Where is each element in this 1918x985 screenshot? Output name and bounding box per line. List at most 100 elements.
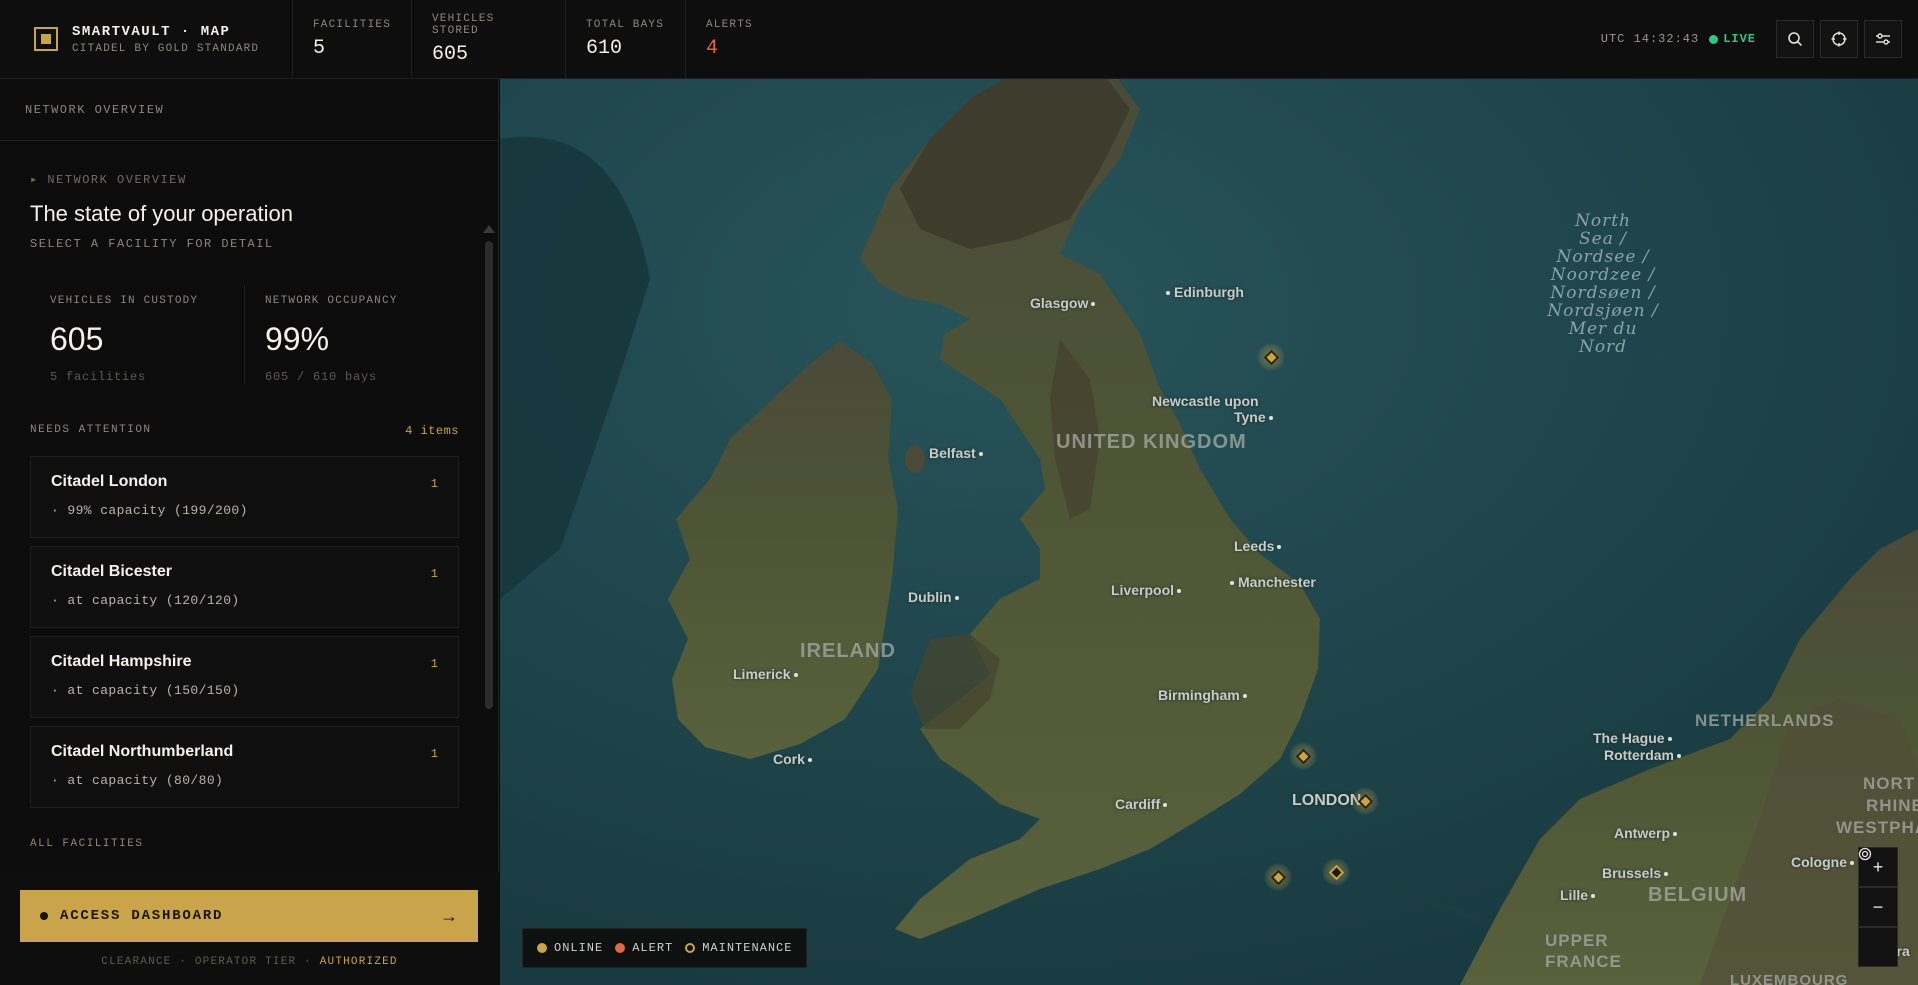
needs-attention-header: NEEDS ATTENTION 4 items	[30, 424, 459, 438]
attention-card-citadel-london[interactable]: Citadel London · 99% capacity (199/200) …	[30, 456, 459, 538]
legend-maintenance: MAINTENANCE	[685, 941, 792, 955]
top-bar: SMARTVAULT · MAP CITADEL BY GOLD STANDAR…	[0, 0, 1918, 79]
city-label-manchester: Manchester	[1230, 574, 1316, 590]
sidebar-scroll-area[interactable]: ▸ NETWORK OVERVIEW The state of your ope…	[0, 142, 499, 872]
zoom-out-button[interactable]: −	[1858, 887, 1898, 927]
marker-diamond-icon	[1328, 864, 1344, 880]
city-label-glasgow: Glasgow	[1030, 295, 1095, 311]
sidebar-footer: ACCESS DASHBOARD → CLEARANCE · OPERATOR …	[0, 872, 499, 985]
stat-vehicles-stored: VEHICLES STORED 605	[412, 0, 566, 78]
facility-detail: · at capacity (150/150)	[51, 683, 240, 698]
city-label-cork: Cork	[773, 751, 812, 767]
city-label-dublin: Dublin	[908, 589, 959, 605]
country-label-ireland: IRELAND	[800, 640, 896, 662]
city-label-leeds: Leeds	[1234, 538, 1281, 554]
country-label-belgium: BELGIUM	[1648, 884, 1748, 906]
country-label-nrw-2: RHINE	[1866, 796, 1918, 815]
brand-subtitle: CITADEL BY GOLD STANDARD	[72, 42, 260, 55]
city-label-limerick: Limerick	[733, 666, 798, 682]
kpi-subtext: 5 facilities	[50, 370, 147, 384]
kpi-vehicles-in-custody: VEHICLES IN CUSTODY 605 5 facilities	[30, 285, 245, 384]
city-label-newcastle-2: Tyne	[1234, 409, 1273, 425]
sea-label-north-sea: North Sea / Nordsee / Noordzee / Nordsøe…	[1518, 212, 1688, 356]
sea-label-line: North	[1574, 211, 1632, 231]
country-label-nrw-3: WESTPHA	[1836, 818, 1918, 837]
attention-card-citadel-northumberland[interactable]: Citadel Northumberland · at capacity (80…	[30, 726, 459, 808]
satellite-map[interactable]: North Sea / Nordsee / Noordzee / Nordsøe…	[500, 79, 1918, 985]
zoom-controls: + −	[1858, 847, 1898, 967]
sidebar: NETWORK OVERVIEW ▸ NETWORK OVERVIEW The …	[0, 79, 499, 985]
city-label-antwerp: Antwerp	[1614, 825, 1677, 841]
marker-diamond-icon	[1263, 349, 1279, 365]
attention-card-citadel-bicester[interactable]: Citadel Bicester · at capacity (120/120)…	[30, 546, 459, 628]
stat-value: 605	[432, 42, 469, 66]
country-label-nrw-1: NORT	[1863, 774, 1916, 793]
legend-label: ALERT	[632, 941, 674, 955]
sea-label-line: Nordsjøen /	[1547, 301, 1659, 321]
search-icon	[1788, 32, 1803, 47]
facility-name: Citadel Hampshire	[51, 653, 192, 670]
page-subtitle: SELECT A FACILITY FOR DETAIL	[30, 237, 274, 251]
clearance-status: CLEARANCE · OPERATOR TIER · AUTHORIZED	[0, 956, 499, 968]
facility-marker-maintenance[interactable]	[1322, 858, 1350, 886]
stat-total-bays: TOTAL BAYS 610	[566, 0, 686, 78]
city-label-brussels: Brussels	[1602, 865, 1668, 881]
map-legend: ONLINE ALERT MAINTENANCE	[522, 928, 808, 968]
section-eyebrow: ▸ NETWORK OVERVIEW	[30, 173, 187, 187]
filters-button[interactable]	[1864, 20, 1902, 58]
stat-label: FACILITIES	[313, 18, 392, 31]
locate-button[interactable]	[1820, 20, 1858, 58]
stat-label: ALERTS	[706, 18, 753, 31]
live-label: LIVE	[1723, 32, 1756, 46]
kpi-network-occupancy: NETWORK OCCUPANCY 99% 605 / 610 bays	[245, 285, 459, 384]
alert-dot-icon	[615, 943, 626, 953]
utc-clock: UTC 14:32:43	[1600, 32, 1700, 46]
legend-label: ONLINE	[554, 941, 604, 955]
facility-marker-hampshire[interactable]	[1264, 863, 1292, 891]
search-button[interactable]	[1776, 20, 1814, 58]
stat-facilities: FACILITIES 5	[293, 0, 412, 78]
stat-label: VEHICLES STORED	[432, 12, 495, 37]
recenter-button[interactable]	[1858, 847, 1898, 967]
city-label-cardiff: Cardiff	[1115, 796, 1167, 812]
city-label-the-hague: The Hague	[1593, 730, 1672, 746]
all-facilities-label: ALL FACILITIES	[30, 838, 144, 850]
sliders-icon	[1876, 33, 1890, 45]
map-basemap	[500, 79, 1918, 985]
city-label-belfast: Belfast	[929, 445, 983, 461]
facility-marker-bicester[interactable]	[1289, 742, 1317, 770]
attention-card-citadel-hampshire[interactable]: Citadel Hampshire · at capacity (150/150…	[30, 636, 459, 718]
kpi-label: VEHICLES IN CUSTODY	[50, 295, 199, 307]
facility-name: Citadel London	[51, 473, 168, 490]
access-dashboard-label: ACCESS DASHBOARD	[60, 908, 224, 924]
sea-label-line: Noordzee /	[1550, 265, 1656, 285]
scroll-thumb[interactable]	[485, 241, 493, 709]
stat-value: 610	[586, 36, 623, 60]
legend-label: MAINTENANCE	[702, 941, 793, 955]
online-dot-icon	[537, 943, 547, 953]
access-dashboard-button[interactable]: ACCESS DASHBOARD →	[20, 890, 478, 942]
marker-diamond-icon	[1357, 793, 1373, 809]
kpi-row: VEHICLES IN CUSTODY 605 5 facilities NET…	[30, 285, 459, 384]
city-label-cologne: Cologne	[1791, 854, 1854, 870]
stat-value: 5	[313, 36, 326, 60]
sidebar-scrollbar[interactable]	[483, 225, 495, 949]
facility-marker-london[interactable]	[1351, 787, 1379, 815]
facility-marker-northumberland[interactable]	[1257, 343, 1285, 371]
kpi-label: NETWORK OCCUPANCY	[265, 295, 398, 307]
brand-title: SMARTVAULT · MAP	[72, 23, 231, 40]
maintenance-ring-icon	[685, 943, 696, 953]
facility-detail: · at capacity (120/120)	[51, 593, 240, 608]
scroll-up-arrow-icon[interactable]	[483, 225, 495, 233]
stat-label: TOTAL BAYS	[586, 18, 665, 31]
city-label-edinburgh: Edinburgh	[1166, 284, 1244, 300]
clearance-authorized: AUTHORIZED	[319, 956, 398, 968]
facility-detail: · at capacity (80/80)	[51, 773, 224, 788]
city-label-lille: Lille	[1560, 887, 1595, 903]
clearance-prefix: CLEARANCE · OPERATOR TIER ·	[101, 956, 312, 968]
sea-label-line: Nordsøen /	[1550, 283, 1656, 303]
legend-alert: ALERT	[615, 941, 673, 955]
target-icon	[1858, 847, 1872, 861]
alert-count-badge: 1	[430, 657, 438, 671]
marker-diamond-icon	[1270, 869, 1286, 885]
